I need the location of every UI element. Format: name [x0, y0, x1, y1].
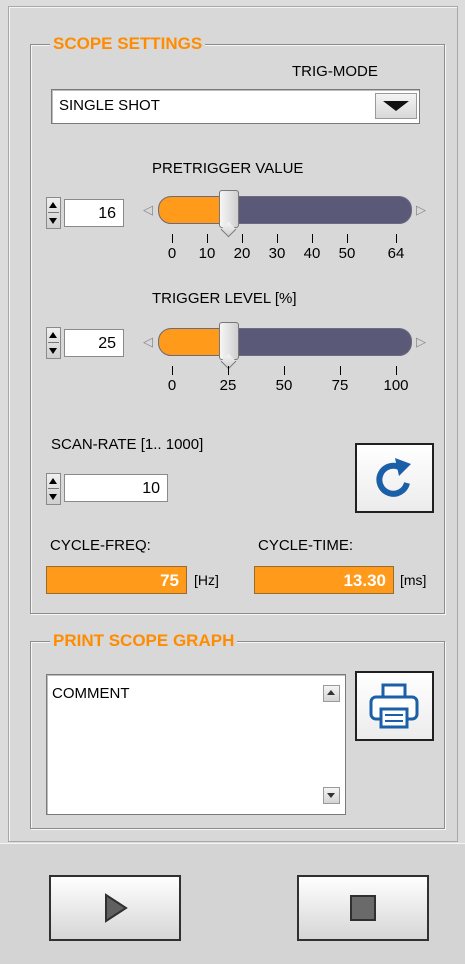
- spin-divider: [48, 212, 59, 213]
- slider-tick: [312, 234, 313, 243]
- slider-tick: [340, 366, 341, 375]
- cycle-time-label: CYCLE-TIME:: [258, 537, 354, 554]
- stop-button[interactable]: [297, 875, 429, 941]
- spin-up-icon: [49, 202, 57, 208]
- pretrigger-slider-track[interactable]: [158, 196, 412, 224]
- cycle-freq-label: CYCLE-FREQ:: [50, 537, 151, 554]
- slider-tick-label: 100: [383, 377, 409, 394]
- slider-tick-label: 50: [338, 245, 356, 262]
- pretrigger-input[interactable]: 16: [64, 199, 124, 227]
- cycle-freq-unit: [Hz]: [194, 572, 219, 588]
- scroll-down-button[interactable]: [323, 787, 340, 804]
- printer-icon: [369, 683, 419, 729]
- slider-tick-label: 0: [167, 377, 177, 394]
- cycle-time-value: 13.30: [254, 566, 394, 594]
- slider-right-arrow-icon: ▷: [416, 202, 426, 217]
- slider-tick: [396, 234, 397, 243]
- spin-up-icon: [49, 478, 57, 484]
- spin-down-icon: [49, 494, 57, 500]
- cycle-freq-value: 75: [46, 566, 187, 594]
- comment-textarea[interactable]: COMMENT: [46, 674, 346, 815]
- play-button[interactable]: [49, 875, 181, 941]
- spin-divider: [48, 342, 59, 343]
- slider-tick: [228, 366, 229, 375]
- refresh-icon: [376, 458, 411, 497]
- trig-mode-value: SINGLE SHOT: [59, 97, 160, 114]
- slider-tick: [284, 366, 285, 375]
- pretrigger-spinner[interactable]: [46, 197, 61, 229]
- slider-tick-label: 25: [219, 377, 237, 394]
- print-scope-title: PRINT SCOPE GRAPH: [50, 631, 238, 651]
- slider-tick: [396, 366, 397, 375]
- trigger-level-slider-thumb[interactable]: [219, 322, 239, 360]
- scroll-up-icon: [327, 690, 335, 695]
- scope-settings-title: SCOPE SETTINGS: [50, 34, 206, 54]
- trigger-level-spinner[interactable]: [46, 327, 61, 359]
- spin-up-icon: [49, 332, 57, 338]
- trigger-level-slider-track[interactable]: [158, 328, 412, 356]
- play-icon: [105, 893, 128, 923]
- slider-left-arrow-icon: ◁: [143, 202, 153, 217]
- slider-tick-label: 50: [275, 377, 293, 394]
- slider-tick: [172, 234, 173, 243]
- scroll-up-button[interactable]: [323, 685, 340, 702]
- pretrigger-label: PRETRIGGER VALUE: [152, 160, 304, 177]
- slider-tick-label: 75: [331, 377, 349, 394]
- cycle-time-unit: [ms]: [400, 572, 427, 588]
- comment-text: COMMENT: [52, 685, 130, 702]
- slider-tick: [172, 366, 173, 375]
- slider-tick: [242, 234, 243, 243]
- trigger-level-label: TRIGGER LEVEL [%]: [152, 290, 297, 307]
- scan-rate-label: SCAN-RATE [1.. 1000]: [51, 436, 204, 453]
- slider-tick-label: 20: [233, 245, 251, 262]
- refresh-button[interactable]: [355, 443, 434, 513]
- spin-divider: [48, 488, 59, 489]
- scroll-down-icon: [327, 793, 335, 798]
- scan-rate-spinner[interactable]: [46, 473, 61, 505]
- slider-tick-label: 40: [303, 245, 321, 262]
- slider-tick: [207, 234, 208, 243]
- print-button[interactable]: [355, 671, 434, 741]
- slider-tick: [277, 234, 278, 243]
- stop-icon: [350, 895, 376, 921]
- spin-down-icon: [49, 348, 57, 354]
- dropdown-arrow-button[interactable]: [375, 93, 417, 119]
- slider-tick-label: 10: [198, 245, 216, 262]
- slider-tick: [347, 234, 348, 243]
- trig-mode-label: TRIG-MODE: [292, 63, 378, 80]
- slider-left-arrow-icon: ◁: [143, 334, 153, 349]
- trig-mode-dropdown[interactable]: SINGLE SHOT: [51, 89, 420, 124]
- slider-right-arrow-icon: ▷: [416, 334, 426, 349]
- chevron-down-icon: [383, 101, 409, 111]
- trigger-level-input[interactable]: 25: [64, 329, 124, 357]
- slider-tick-label: 0: [167, 245, 177, 262]
- slider-tick-label: 30: [268, 245, 286, 262]
- slider-tick-label: 64: [387, 245, 405, 262]
- pretrigger-slider-thumb[interactable]: [219, 190, 239, 228]
- scan-rate-input[interactable]: 10: [64, 474, 168, 502]
- spin-down-icon: [49, 218, 57, 224]
